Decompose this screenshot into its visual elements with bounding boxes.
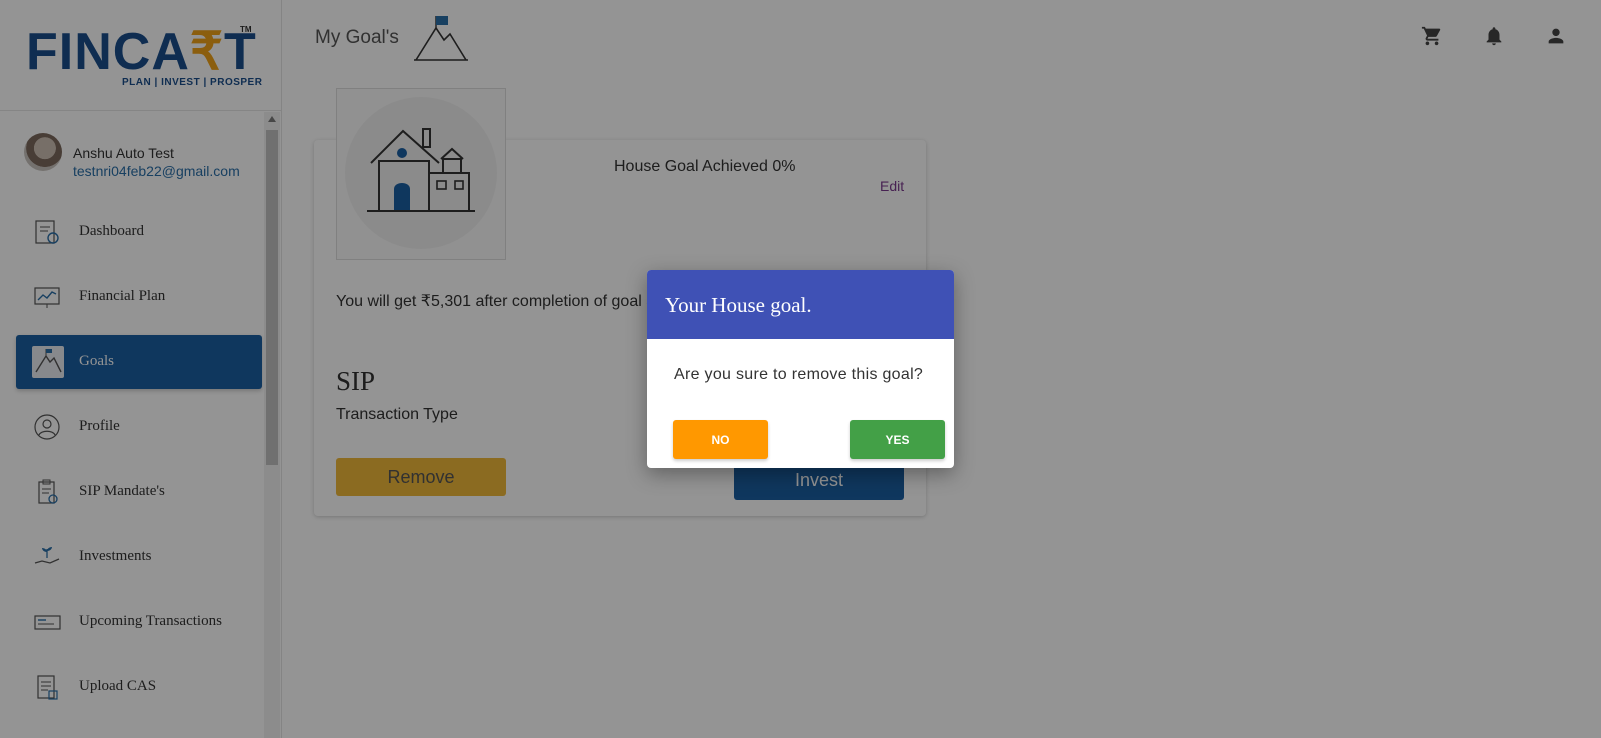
yes-button[interactable]: YES (850, 420, 945, 459)
no-button[interactable]: NO (673, 420, 768, 459)
dialog-title: Your House goal. (665, 293, 812, 317)
dialog-header: Your House goal. (647, 270, 954, 339)
remove-goal-dialog: Your House goal. Are you sure to remove … (647, 270, 954, 468)
dialog-message: Are you sure to remove this goal? (674, 366, 924, 383)
